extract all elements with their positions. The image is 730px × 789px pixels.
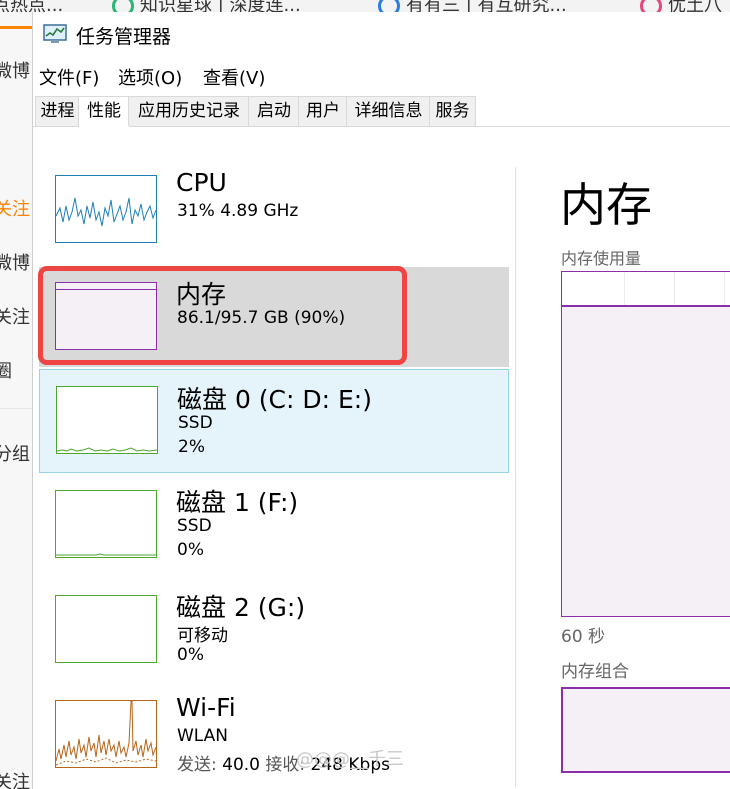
resource-type: SSD bbox=[177, 516, 212, 536]
background-tab-2[interactable]: 知识星球 | 深度连... bbox=[112, 0, 301, 12]
task-manager-window: 任务管理器 文件(F) 选项(O) 查看(V) 进程 性能 应用历史记录 启动 … bbox=[32, 12, 730, 789]
detail-title: 内存 bbox=[560, 178, 652, 232]
wifi-thumbnail-graph bbox=[55, 700, 157, 768]
background-tab-4[interactable]: 优土八 bbox=[640, 0, 722, 12]
resource-disk-0[interactable]: 磁盘 0 (C: D: E:) SSD 2% bbox=[39, 369, 509, 473]
follow-link[interactable]: 关注 bbox=[0, 768, 30, 789]
active-strip bbox=[0, 26, 32, 29]
resource-cpu[interactable]: CPU 31% 4.89 GHz bbox=[39, 160, 509, 260]
circle-link[interactable]: 圈 bbox=[0, 357, 12, 383]
resource-list: CPU 31% 4.89 GHz 内存 86.1/95.7 GB (90%) 磁… bbox=[33, 127, 511, 789]
background-tab-3[interactable]: 有有三 | 有互研究... bbox=[378, 0, 567, 12]
weibo-link[interactable]: 微博 bbox=[0, 249, 30, 275]
cpu-thumbnail-graph bbox=[55, 175, 157, 243]
resource-type: 可移动 bbox=[177, 626, 228, 646]
menu-view[interactable]: 查看(V) bbox=[203, 64, 265, 90]
tab-performance[interactable]: 性能 bbox=[78, 96, 130, 128]
annotation-highlight-box bbox=[38, 266, 407, 365]
resource-disk-2[interactable]: 磁盘 2 (G:) 可移动 0% bbox=[39, 580, 509, 684]
task-manager-icon bbox=[43, 24, 67, 43]
follow-link[interactable]: 关注 bbox=[0, 303, 30, 329]
resource-value: 2% bbox=[178, 437, 205, 457]
window-title: 任务管理器 bbox=[76, 26, 172, 48]
resource-disk-1[interactable]: 磁盘 1 (F:) SSD 0% bbox=[39, 475, 509, 579]
cpu-sparkline bbox=[56, 197, 156, 227]
tab-services[interactable]: 服务 bbox=[429, 96, 476, 126]
resource-name: 磁盘 0 (C: D: E:) bbox=[177, 385, 372, 414]
divider bbox=[0, 408, 32, 409]
weibo-icon bbox=[640, 0, 662, 12]
memory-composition-label: 内存组合 bbox=[561, 662, 629, 682]
resource-type: SSD bbox=[178, 413, 213, 433]
menu-options[interactable]: 选项(O) bbox=[118, 64, 182, 90]
resource-type: WLAN bbox=[177, 726, 229, 746]
memory-usage-line bbox=[562, 305, 730, 307]
background-browser-tabs: 点热点... 知识星球 | 深度连... 有有三 | 有互研究... 优土八 bbox=[0, 0, 730, 12]
background-weibo-sidebar: 微博 关注 微博 关注 圈 分组 关注 bbox=[0, 12, 32, 789]
disk-1-sparkline bbox=[56, 553, 156, 556]
knowledge-planet-icon bbox=[112, 0, 134, 12]
memory-usage-label: 内存使用量 bbox=[561, 249, 642, 268]
resource-name: Wi-Fi bbox=[176, 693, 236, 722]
resource-wifi[interactable]: Wi-Fi WLAN 发送: 40.0 接收: 248 Kbps bbox=[39, 685, 509, 789]
background-tab-1[interactable]: 点热点... bbox=[0, 0, 63, 12]
memory-detail-pane: 内存 内存使用量 60 秒 内存组合 bbox=[560, 127, 730, 789]
follow-link[interactable]: 关注 bbox=[0, 195, 30, 221]
disk-2-thumbnail-graph bbox=[55, 595, 157, 663]
disk-0-thumbnail-graph bbox=[56, 386, 158, 454]
tab-app-history[interactable]: 应用历史记录 bbox=[128, 96, 250, 126]
tab-processes[interactable]: 进程 bbox=[35, 96, 80, 126]
resource-name: CPU bbox=[176, 168, 227, 197]
group-link[interactable]: 分组 bbox=[0, 440, 30, 466]
resource-name: 磁盘 2 (G:) bbox=[176, 593, 306, 622]
watermark: @@@__千三 bbox=[296, 749, 404, 770]
performance-panel: CPU 31% 4.89 GHz 内存 86.1/95.7 GB (90%) 磁… bbox=[33, 127, 730, 789]
search-icon bbox=[378, 0, 400, 12]
send-label: 发送: bbox=[177, 755, 217, 775]
weibo-link[interactable]: 微博 bbox=[0, 57, 30, 83]
tab-details[interactable]: 详细信息 bbox=[346, 96, 431, 126]
time-span-label: 60 秒 bbox=[561, 627, 606, 647]
resource-name: 磁盘 1 (F:) bbox=[176, 488, 299, 517]
tab-users[interactable]: 用户 bbox=[298, 96, 348, 126]
tab-bar: 进程 性能 应用历史记录 启动 用户 详细信息 服务 bbox=[33, 96, 730, 128]
send-value: 40.0 bbox=[222, 755, 260, 775]
panel-divider bbox=[515, 167, 516, 787]
title-bar[interactable]: 任务管理器 bbox=[33, 12, 730, 58]
resource-value: 31% 4.89 GHz bbox=[177, 201, 299, 221]
memory-usage-fill bbox=[562, 306, 730, 616]
resource-value: 0% bbox=[177, 540, 204, 560]
menu-file[interactable]: 文件(F) bbox=[39, 64, 99, 90]
tab-startup[interactable]: 启动 bbox=[248, 96, 300, 126]
resource-value: 0% bbox=[177, 645, 204, 665]
memory-composition-bar bbox=[561, 687, 730, 773]
disk-1-thumbnail-graph bbox=[55, 490, 157, 558]
memory-usage-graph bbox=[561, 271, 730, 617]
wifi-sparkline bbox=[56, 701, 156, 766]
disk-0-sparkline bbox=[57, 447, 157, 452]
